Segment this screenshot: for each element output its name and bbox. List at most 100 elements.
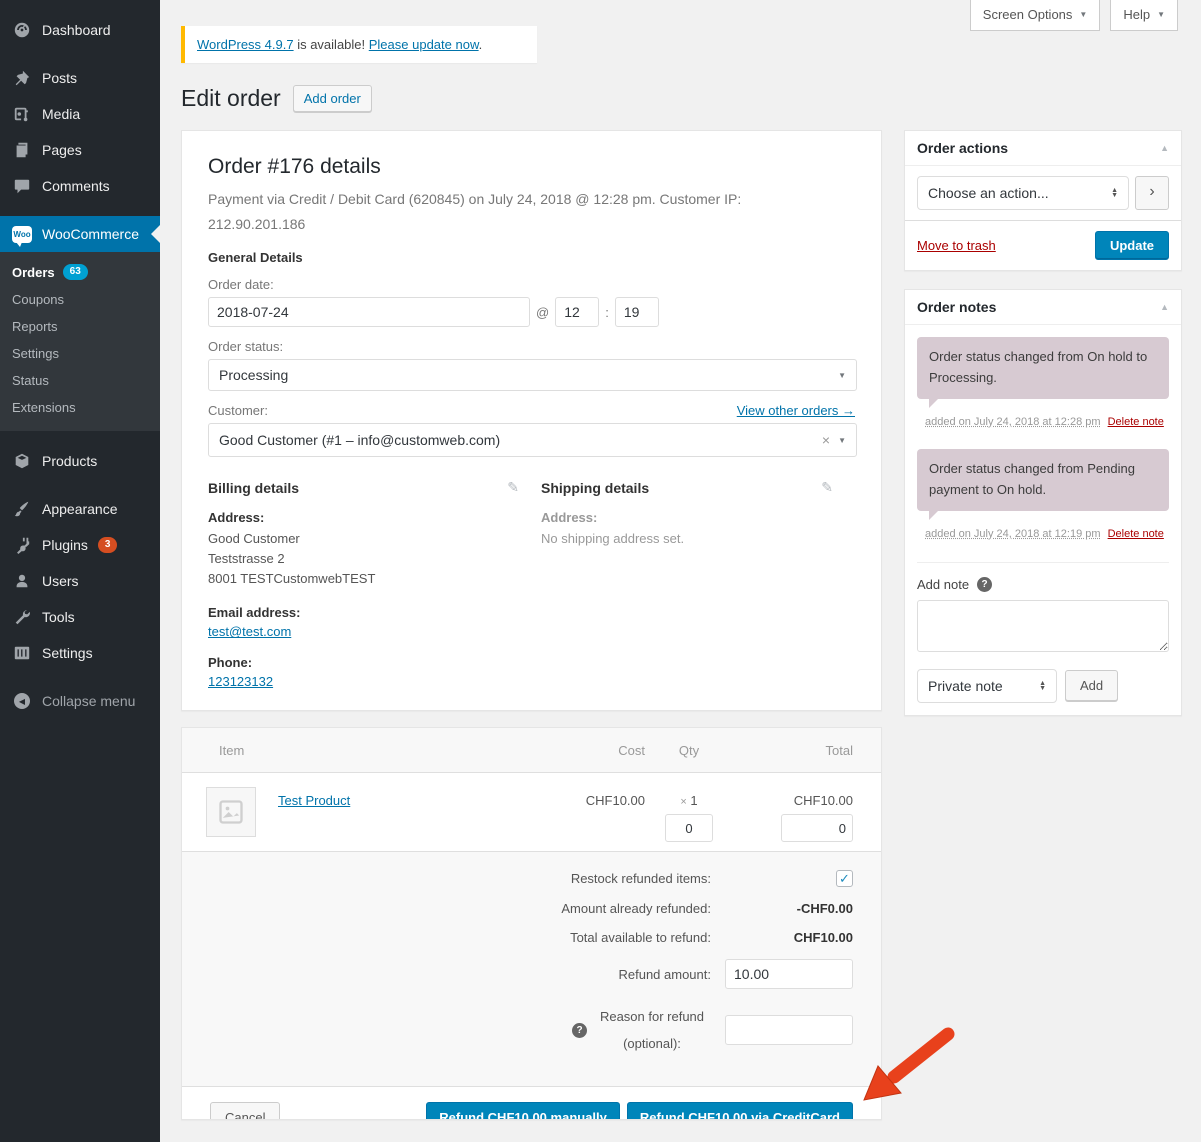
order-date-input[interactable] (208, 297, 530, 327)
product-qty: × 1 (645, 793, 733, 808)
help-button[interactable]: Help (1110, 0, 1178, 31)
list-item: Order status changed from On hold to Pro… (917, 337, 1169, 431)
sidebar-item-woocommerce[interactable]: WooCommerce (0, 216, 160, 252)
sidebar-item-posts[interactable]: Posts (0, 60, 160, 96)
order-action-select[interactable]: Choose an action... (917, 176, 1129, 210)
sidebar-item-products[interactable]: Products (0, 443, 160, 479)
apply-action-button[interactable] (1135, 176, 1169, 210)
sidebar-item-label: Settings (42, 645, 93, 661)
note-type-value: Private note (928, 678, 1039, 694)
submenu-item-label: Extensions (12, 400, 76, 415)
clear-selection-icon[interactable] (822, 432, 830, 448)
order-status-label: Order status: (208, 339, 855, 354)
order-action-value: Choose an action... (928, 185, 1111, 201)
help-icon[interactable] (977, 577, 992, 592)
refund-manually-button[interactable]: Refund CHF10.00 manually (426, 1102, 620, 1120)
order-status-select[interactable]: Processing (208, 359, 857, 391)
collapse-menu-label: Collapse menu (42, 693, 135, 709)
submenu-item-orders[interactable]: Orders 63 (0, 258, 160, 286)
cancel-button[interactable]: Cancel (210, 1102, 280, 1120)
move-to-trash-link[interactable]: Move to trash (917, 238, 996, 253)
box-icon (12, 451, 32, 471)
sidebar-item-label: Comments (42, 178, 110, 194)
product-thumbnail (206, 787, 256, 837)
order-actions-box: Order actions Choose an action... Move t… (904, 130, 1182, 271)
shipping-address-label: Address: (541, 510, 855, 525)
submenu-item-status[interactable]: Status (0, 367, 160, 394)
plugins-update-badge: 3 (98, 537, 118, 553)
refund-actions-bar: Cancel Refund CHF10.00 manually Refund C… (182, 1086, 881, 1120)
collapse-menu-button[interactable]: Collapse menu (0, 683, 160, 719)
refund-line-total-input[interactable] (781, 814, 853, 842)
sidebar-item-plugins[interactable]: Plugins 3 (0, 527, 160, 563)
product-total: CHF10.00 (733, 793, 853, 808)
submenu-item-settings[interactable]: Settings (0, 340, 160, 367)
note-timestamp-link[interactable]: added on July 24, 2018 at 12:19 pm (925, 528, 1101, 540)
sliders-icon (12, 643, 32, 663)
sidebar-item-tools[interactable]: Tools (0, 599, 160, 635)
sidebar-item-pages[interactable]: Pages (0, 132, 160, 168)
submenu-item-coupons[interactable]: Coupons (0, 286, 160, 313)
pages-icon (12, 140, 32, 160)
update-notice: WordPress 4.9.7 is available! Please upd… (181, 26, 537, 63)
notice-text: is available! (294, 37, 369, 52)
refund-reason-input[interactable] (725, 1015, 853, 1045)
sidebar-item-label: WooCommerce (42, 226, 139, 242)
add-note-textarea[interactable] (917, 600, 1169, 652)
items-table-header: Item Cost Qty Total (182, 728, 881, 773)
refund-section: Restock refunded items: Amount already r… (182, 851, 881, 1086)
help-icon[interactable] (572, 1023, 587, 1038)
submenu-item-reports[interactable]: Reports (0, 313, 160, 340)
refund-reason-label: Reason for refund (optional): (593, 1003, 711, 1058)
order-data-panel: Order #176 details Payment via Credit / … (181, 130, 882, 711)
sidebar-item-label: Users (42, 573, 79, 589)
restock-checkbox[interactable] (836, 870, 853, 887)
refund-via-gateway-button[interactable]: Refund CHF10.00 via CreditCard (627, 1102, 853, 1120)
refund-amount-input[interactable] (725, 959, 853, 989)
dashboard-icon (12, 20, 32, 40)
delete-note-link[interactable]: Delete note (1108, 416, 1164, 428)
order-hour-input[interactable] (555, 297, 599, 327)
order-minute-input[interactable] (615, 297, 659, 327)
delete-note-link[interactable]: Delete note (1108, 528, 1164, 540)
at-separator: @ (536, 305, 549, 320)
shipping-details-title: Shipping details (541, 480, 649, 496)
update-button[interactable]: Update (1095, 231, 1169, 260)
edit-shipping-icon[interactable] (821, 479, 833, 496)
right-sidebar: Order actions Choose an action... Move t… (904, 130, 1182, 734)
customer-label: Customer: (208, 403, 268, 418)
customer-select[interactable]: Good Customer (#1 – info@customweb.com) (208, 423, 857, 457)
order-actions-title: Order actions (917, 140, 1008, 156)
product-name-link[interactable]: Test Product (278, 793, 350, 808)
sidebar-item-dashboard[interactable]: Dashboard (0, 12, 160, 48)
submenu-item-extensions[interactable]: Extensions (0, 394, 160, 421)
sidebar-item-media[interactable]: Media (0, 96, 160, 132)
wordpress-version-link[interactable]: WordPress 4.9.7 (197, 37, 294, 52)
notice-suffix: . (479, 37, 483, 52)
sidebar-item-appearance[interactable]: Appearance (0, 491, 160, 527)
billing-email-link[interactable]: test@test.com (208, 624, 291, 639)
update-now-link[interactable]: Please update now (369, 37, 479, 52)
collapse-panel-icon[interactable] (1160, 143, 1169, 153)
already-refunded-label: Amount already refunded: (561, 901, 711, 916)
select-stepper-icon (1111, 188, 1118, 198)
available-refund-label: Total available to refund: (570, 930, 711, 945)
order-heading: Order #176 details (208, 155, 855, 179)
sidebar-item-users[interactable]: Users (0, 563, 160, 599)
add-note-button[interactable]: Add (1065, 670, 1118, 701)
edit-billing-icon[interactable] (507, 479, 519, 496)
billing-details-title: Billing details (208, 480, 299, 496)
sidebar-item-comments[interactable]: Comments (0, 168, 160, 204)
note-timestamp-link[interactable]: added on July 24, 2018 at 12:28 pm (925, 416, 1101, 428)
refund-qty-input[interactable] (665, 814, 713, 842)
sidebar-item-settings[interactable]: Settings (0, 635, 160, 671)
billing-phone-link[interactable]: 123123132 (208, 674, 273, 689)
add-note-section: Add note Private note Add (917, 562, 1169, 703)
note-type-select[interactable]: Private note (917, 669, 1057, 703)
view-other-orders-link[interactable]: View other orders → (737, 403, 855, 418)
collapse-panel-icon[interactable] (1160, 302, 1169, 312)
add-order-button[interactable]: Add order (293, 85, 372, 112)
user-icon (12, 571, 32, 591)
sidebar-item-label: Posts (42, 70, 77, 86)
screen-options-button[interactable]: Screen Options (970, 0, 1101, 31)
